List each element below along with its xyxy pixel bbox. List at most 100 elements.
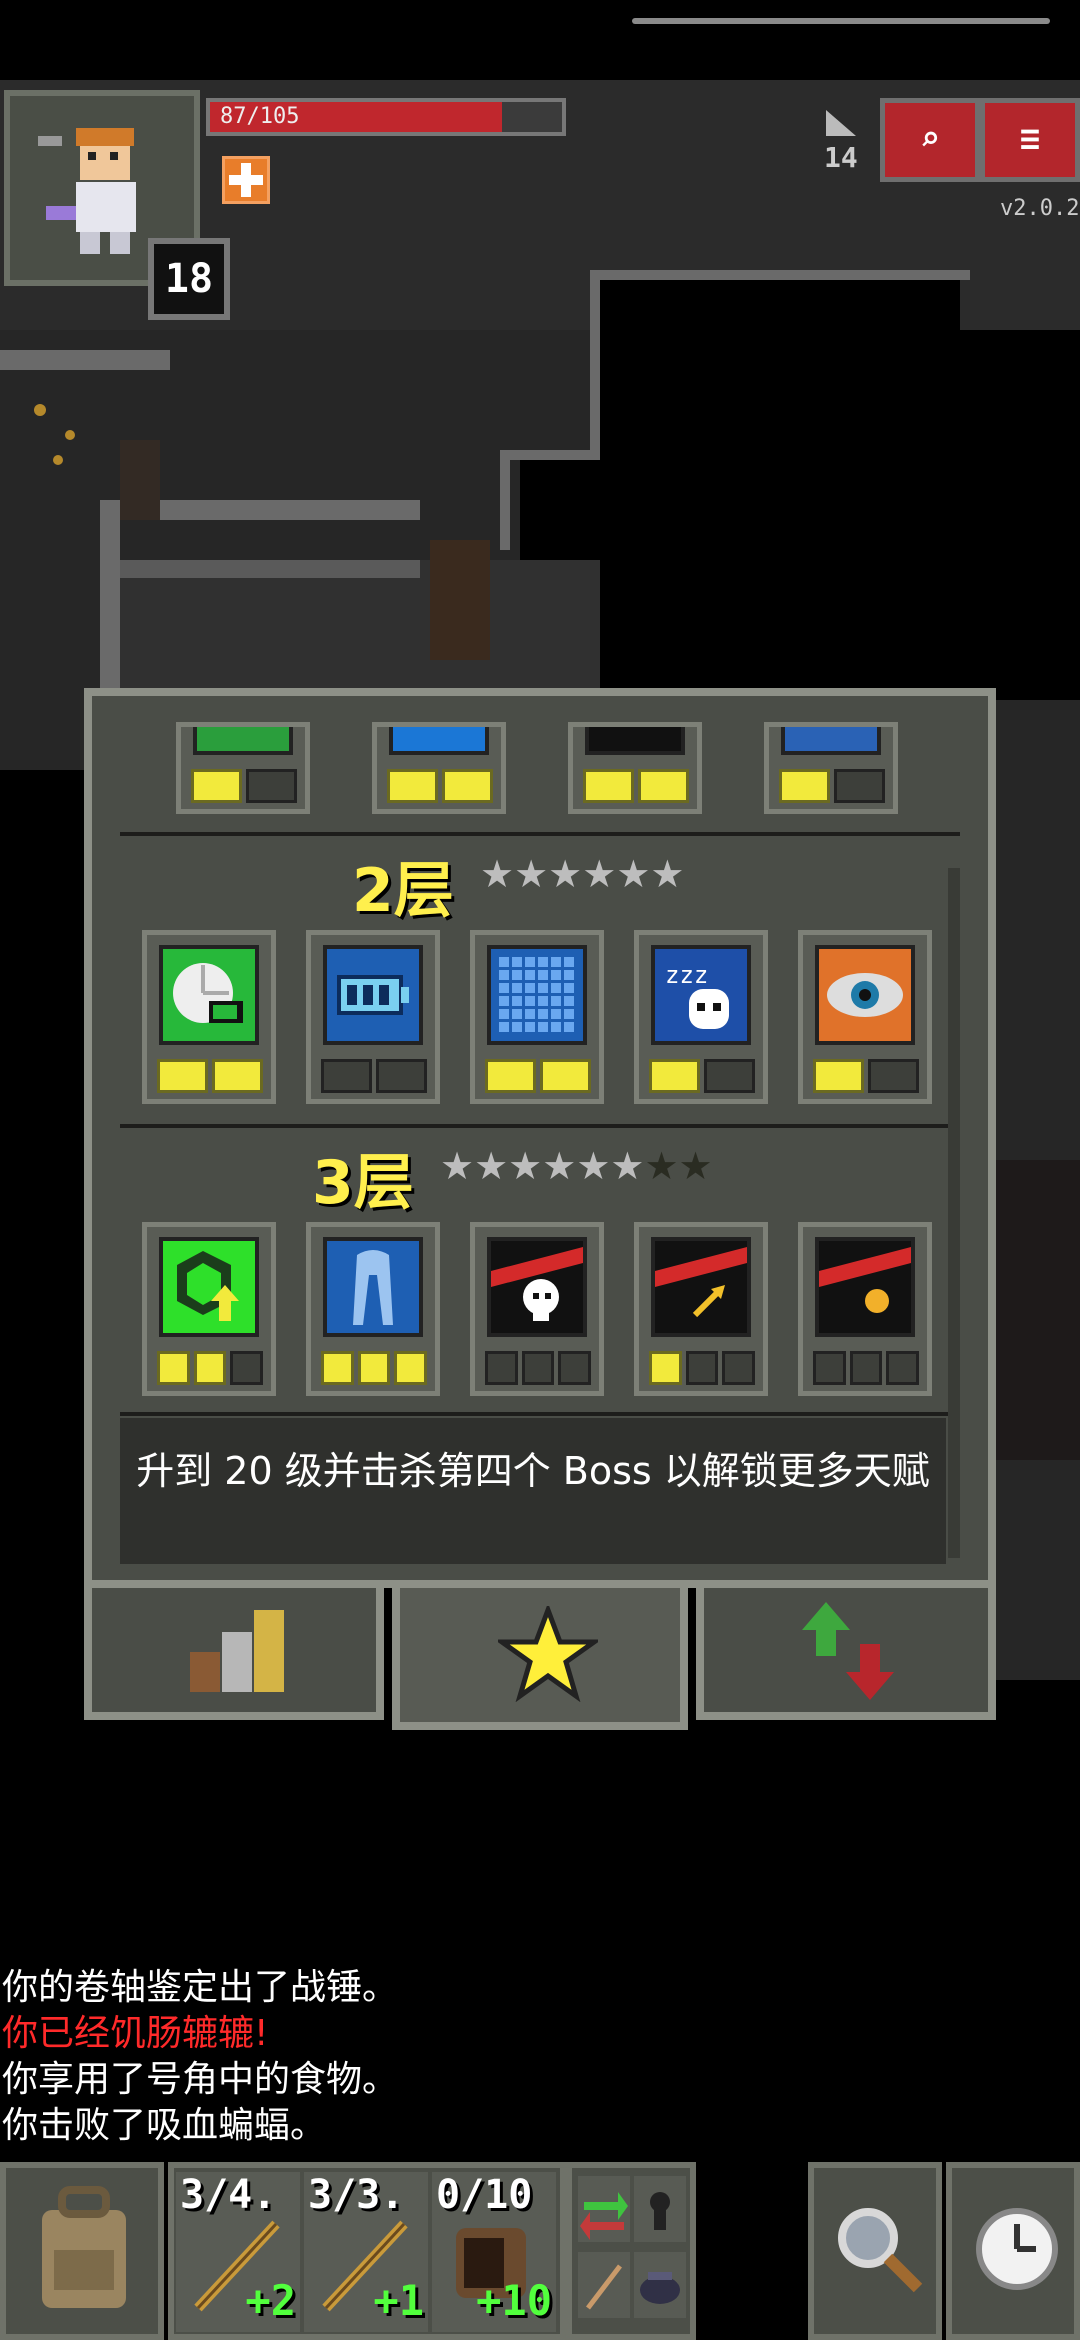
clock-icon <box>976 2208 1058 2290</box>
tier1-talent-4[interactable] <box>764 722 898 814</box>
tab-talents[interactable] <box>392 1580 688 1730</box>
quickslot-3[interactable]: 0/10 +10 <box>432 2172 556 2332</box>
arrow-slash-icon <box>655 1241 747 1333</box>
tier-divider <box>120 1412 960 1416</box>
star-point-lit: ★ <box>548 852 583 896</box>
swap-arrows-icon <box>580 2192 628 2240</box>
talent-point-filled <box>394 1351 428 1385</box>
talent-point-empty <box>834 769 885 803</box>
tier3-talent-icon-frame <box>487 1237 587 1337</box>
tier3-talent-icon-frame <box>651 1237 751 1337</box>
talent-points <box>813 1059 919 1093</box>
dart-slot[interactable] <box>578 2252 630 2318</box>
quickslot-charges: 0/10 <box>436 2172 533 2218</box>
key-icon <box>393 727 485 751</box>
tier1-talent-1[interactable] <box>176 722 310 814</box>
journal-button[interactable]: ⌕ <box>880 98 980 182</box>
depth-indicator: 14 <box>824 108 858 174</box>
star-point-lit: ★ <box>650 852 685 896</box>
talent-point-filled <box>157 1351 190 1385</box>
stats-bars-icon <box>190 1610 284 1692</box>
tier2-talent-3[interactable] <box>470 930 604 1104</box>
shield-icon <box>785 727 877 751</box>
tier2-talent-4[interactable]: zzz <box>634 930 768 1104</box>
grid-icon <box>491 949 583 1041</box>
pot-slot[interactable] <box>634 2252 686 2318</box>
tier1-talent-3[interactable] <box>568 722 702 814</box>
quickslot-upgrade: +1 <box>373 2276 424 2325</box>
tier2-talent-icon-frame: zzz <box>651 945 751 1045</box>
quickslot-upgrade: +10 <box>476 2276 552 2325</box>
tab-stats[interactable] <box>84 1580 384 1720</box>
tier2-talent-1[interactable] <box>142 930 276 1104</box>
talent-point-filled <box>649 1059 700 1093</box>
tier2-star-points: ★★★★★★ <box>480 852 684 896</box>
tier3-talent-5[interactable] <box>798 1222 932 1396</box>
talent-points <box>649 1351 756 1385</box>
talent-point-filled <box>583 769 634 803</box>
quickslot-1[interactable]: 3/4. +2 <box>176 2172 300 2332</box>
stairs-icon <box>826 110 856 136</box>
talent-point-empty <box>813 1351 846 1385</box>
tier2-talent-5[interactable] <box>798 930 932 1104</box>
talent-point-filled <box>779 769 830 803</box>
talent-point-filled <box>191 769 242 803</box>
quickslot-charges: 3/4. <box>180 2172 277 2218</box>
battery-icon <box>327 949 419 1041</box>
wait-button[interactable] <box>946 2162 1080 2340</box>
dart-icon <box>586 2264 622 2310</box>
talent-point-filled <box>540 1059 591 1093</box>
star-point-unlit: ★ <box>644 1144 679 1188</box>
tier2-talent-icon-frame <box>487 945 587 1045</box>
tier1-talent-icon-frame <box>585 727 685 755</box>
talent-point-empty <box>868 1059 919 1093</box>
talent-point-filled <box>357 1351 391 1385</box>
menu-button[interactable]: ≡ <box>980 98 1080 182</box>
star-point-lit: ★ <box>582 852 617 896</box>
depth-number: 14 <box>824 141 858 174</box>
star-point-lit: ★ <box>514 852 549 896</box>
talent-point-filled <box>212 1059 263 1093</box>
buff-hunger-icon[interactable] <box>222 156 270 204</box>
talent-point-empty <box>376 1059 427 1093</box>
tab-upgrades[interactable] <box>696 1580 996 1720</box>
backpack-button[interactable] <box>0 2162 164 2340</box>
talent-point-filled <box>485 1059 536 1093</box>
system-home-indicator <box>632 18 1050 24</box>
talent-point-filled <box>442 769 493 803</box>
talent-point-empty <box>521 1351 555 1385</box>
tier3-talent-4[interactable] <box>634 1222 768 1396</box>
tier-divider <box>120 1124 960 1128</box>
coin-slash-icon <box>819 1241 911 1333</box>
tier3-talent-2[interactable] <box>306 1222 440 1396</box>
talents-scrollbar[interactable] <box>948 868 960 1558</box>
talent-point-empty <box>849 1351 883 1385</box>
quickslot-2[interactable]: 3/3. +1 <box>304 2172 428 2332</box>
talent-points <box>779 769 885 803</box>
talent-point-empty <box>558 1351 592 1385</box>
search-button[interactable] <box>808 2162 942 2340</box>
talent-points <box>485 1351 592 1385</box>
sleeping-ghost-icon: zzz <box>655 949 747 1041</box>
magnifier-icon <box>838 2208 923 2293</box>
unlock-message: 升到 20 级并击杀第四个 Boss 以解锁更多天赋 <box>120 1418 946 1564</box>
talent-point-filled <box>193 1351 227 1385</box>
swap-button[interactable] <box>578 2176 630 2242</box>
talent-point-empty <box>685 1351 719 1385</box>
talent-points <box>191 769 297 803</box>
talent-points <box>157 1059 263 1093</box>
tier3-talent-1[interactable] <box>142 1222 276 1396</box>
hero-level-badge: 18 <box>148 238 230 320</box>
talent-point-empty <box>230 1351 264 1385</box>
keyhole-slot[interactable] <box>634 2176 686 2242</box>
skull-slash-icon <box>491 1241 583 1333</box>
version-label: v2.0.2 <box>1000 196 1080 221</box>
clock-battery-icon <box>163 949 255 1041</box>
cloak-icon <box>327 1241 419 1333</box>
star-point-lit: ★ <box>542 1144 577 1188</box>
tier1-talent-2[interactable] <box>372 722 506 814</box>
tier3-talent-3[interactable] <box>470 1222 604 1396</box>
green-hex-arrow-icon <box>163 1241 255 1333</box>
log-line: 你已经饥肠辘辘! <box>2 2013 269 2054</box>
tier2-talent-2[interactable] <box>306 930 440 1104</box>
